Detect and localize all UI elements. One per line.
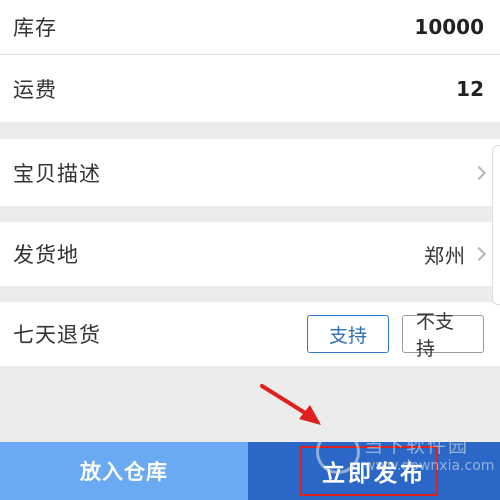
save-to-warehouse-button[interactable]: 放入仓库: [0, 442, 248, 500]
description-row[interactable]: 宝贝描述: [0, 139, 500, 206]
ship-from-label: 发货地: [13, 243, 79, 267]
shipping-fee-label: 运费: [13, 77, 57, 102]
chevron-right-icon: [471, 165, 487, 180]
stock-label: 库存: [13, 16, 57, 40]
ship-from-value: 郑州: [424, 243, 466, 268]
returns-support-button[interactable]: 支持: [307, 315, 389, 353]
returns-no-support-button[interactable]: 不支持: [402, 311, 484, 360]
side-scroll-tab[interactable]: [492, 145, 500, 305]
stock-value[interactable]: 10000: [414, 15, 484, 39]
description-label: 宝贝描述: [13, 161, 101, 186]
ship-from-row[interactable]: 发货地 郑州: [0, 222, 500, 286]
watermark-logo-icon: [316, 430, 360, 474]
watermark-url: www.downxia.com: [364, 457, 495, 474]
watermark: 当下软件园 www.downxia.com: [316, 430, 494, 474]
stock-row[interactable]: 库存 10000: [0, 0, 500, 54]
description-action[interactable]: [466, 165, 487, 180]
shipping-fee-row[interactable]: 运费 12: [0, 55, 500, 122]
returns-options: 支持 不支持: [307, 311, 484, 360]
annotation-arrow: [260, 384, 321, 425]
returns-row: 七天退货 支持 不支持: [0, 302, 500, 366]
watermark-text: 当下软件园: [364, 434, 470, 457]
returns-label: 七天退货: [13, 323, 101, 347]
shipping-fee-value[interactable]: 12: [456, 77, 484, 101]
chevron-right-icon: [471, 246, 487, 262]
ship-from-action[interactable]: 郑州: [424, 240, 487, 269]
